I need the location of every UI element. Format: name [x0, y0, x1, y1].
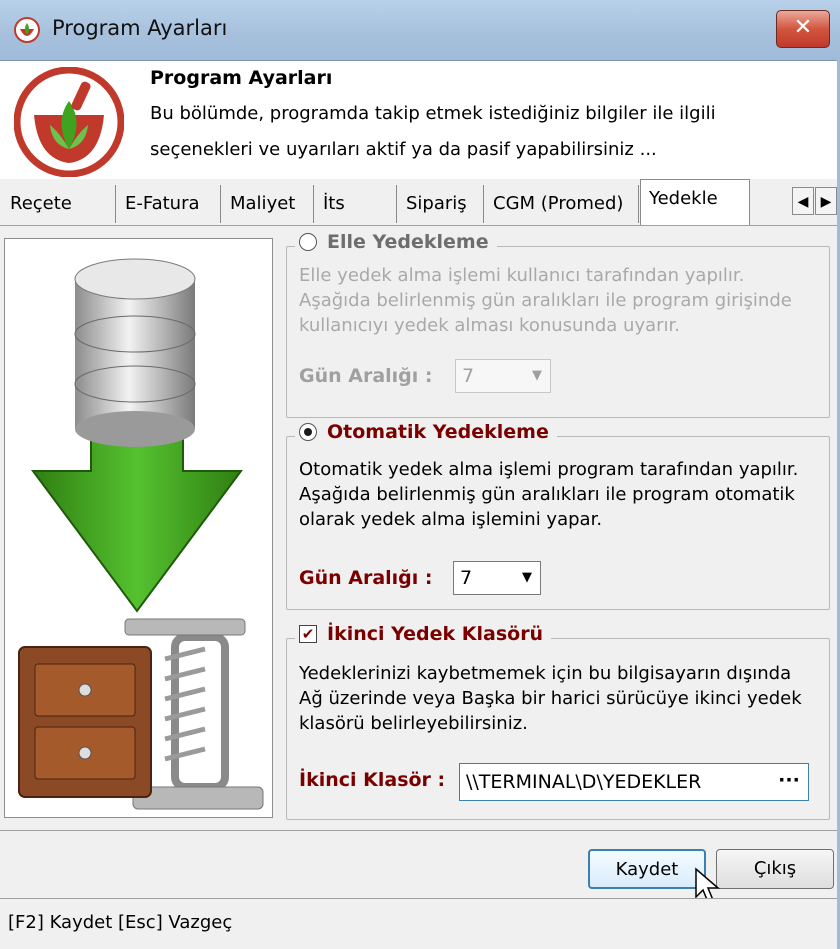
- manual-interval-value: 7: [462, 365, 475, 387]
- manual-backup-title: Elle Yedekleme: [327, 231, 489, 253]
- second-folder-path: \\TERMINAL\D\YEDEKLER: [466, 771, 702, 793]
- window-title: Program Ayarları: [52, 16, 228, 40]
- tab-recete[interactable]: Reçete: [2, 185, 116, 223]
- auto-backup-radio[interactable]: [299, 423, 317, 441]
- tab-scroll-right-icon[interactable]: ▶: [815, 187, 837, 215]
- dialog-header: Program Ayarları Bu bölümde, programda t…: [0, 61, 840, 179]
- tab-e-fatura[interactable]: E-Fatura: [117, 185, 221, 223]
- auto-backup-group: Otomatik Yedekleme Otomatik yedek alma i…: [286, 421, 830, 610]
- second-desc-line-2: Ağ üzerinde veya Başka bir harici sürücü…: [299, 688, 802, 709]
- chevron-down-icon[interactable]: ▼: [522, 562, 532, 594]
- tab-strip: Reçete E-Fatura Maliyet İts Sipariş CGM …: [0, 179, 840, 226]
- manual-desc-line-2: Aşağıda belirlenmiş gün aralıkları ile p…: [299, 290, 792, 311]
- second-folder-label: İkinci Klasör :: [299, 769, 446, 791]
- browse-folder-button[interactable]: ···: [774, 767, 804, 797]
- tab-yedekle[interactable]: Yedekle: [640, 179, 750, 225]
- manual-backup-legend[interactable]: Elle Yedekleme: [295, 231, 497, 253]
- app-icon: [14, 17, 40, 43]
- tab-siparis[interactable]: Sipariş: [398, 185, 484, 223]
- tab-its[interactable]: İts: [315, 185, 397, 223]
- second-desc-line-1: Yedeklerinizi kaybetmemek için bu bilgis…: [299, 663, 792, 684]
- manual-interval-select: 7 ▼: [455, 359, 551, 393]
- auto-desc-line-1: Otomatik yedek alma işlemi program taraf…: [299, 459, 799, 480]
- save-button[interactable]: Kaydet: [588, 849, 706, 889]
- title-bar: Program Ayarları ✕: [0, 0, 840, 61]
- auto-desc-line-2: Aşağıda belirlenmiş gün aralıkları ile p…: [299, 484, 795, 505]
- header-description-line-2: seçenekleri ve uyarıları aktif ya da pas…: [150, 139, 657, 160]
- tab-cgm-promed[interactable]: CGM (Promed): [485, 185, 639, 223]
- second-folder-legend[interactable]: ✔ İkinci Yedek Klasörü: [295, 623, 552, 645]
- manual-backup-radio[interactable]: [299, 233, 317, 251]
- auto-interval-label: Gün Aralığı :: [299, 567, 433, 589]
- backup-tab-panel: Elle Yedekleme Elle yedek alma işlemi ku…: [0, 226, 840, 830]
- tab-maliyet[interactable]: Maliyet: [222, 185, 314, 223]
- database-download-compress-icon: [18, 258, 264, 810]
- second-backup-folder-group: ✔ İkinci Yedek Klasörü Yedeklerinizi kay…: [286, 623, 830, 820]
- second-desc-line-3: klasörü belirleyebilirsiniz.: [299, 713, 528, 734]
- app-logo: [14, 67, 124, 177]
- backup-illustration: [4, 238, 273, 818]
- tab-scroll-left-icon[interactable]: ◀: [792, 187, 814, 215]
- status-bar: [F2] Kaydet [Esc] Vazgeç: [0, 898, 840, 949]
- button-bar: Kaydet Çıkış: [0, 830, 840, 903]
- close-button[interactable]: ✕: [776, 10, 830, 48]
- auto-desc-line-3: olarak yedek alma işlemini yapar.: [299, 509, 603, 530]
- manual-backup-group: Elle Yedekleme Elle yedek alma işlemi ku…: [286, 231, 830, 418]
- manual-desc-line-3: kullanıcıyı yedek alması konusunda uyarı…: [299, 315, 681, 336]
- header-description-line-1: Bu bölümde, programda takip etmek istedi…: [150, 103, 716, 124]
- second-folder-title: İkinci Yedek Klasörü: [327, 623, 544, 645]
- second-folder-input[interactable]: \\TERMINAL\D\YEDEKLER ···: [459, 763, 809, 801]
- auto-interval-select[interactable]: 7 ▼: [453, 561, 541, 595]
- chevron-down-icon: ▼: [532, 368, 542, 383]
- header-title: Program Ayarları: [150, 67, 333, 89]
- auto-backup-title: Otomatik Yedekleme: [327, 421, 549, 443]
- exit-button[interactable]: Çıkış: [716, 849, 834, 889]
- manual-interval-label: Gün Aralığı :: [299, 365, 433, 387]
- manual-desc-line-1: Elle yedek alma işlemi kullanıcı tarafın…: [299, 265, 745, 286]
- second-folder-checkbox[interactable]: ✔: [299, 625, 317, 643]
- auto-backup-legend[interactable]: Otomatik Yedekleme: [295, 421, 557, 443]
- auto-interval-value: 7: [460, 567, 473, 589]
